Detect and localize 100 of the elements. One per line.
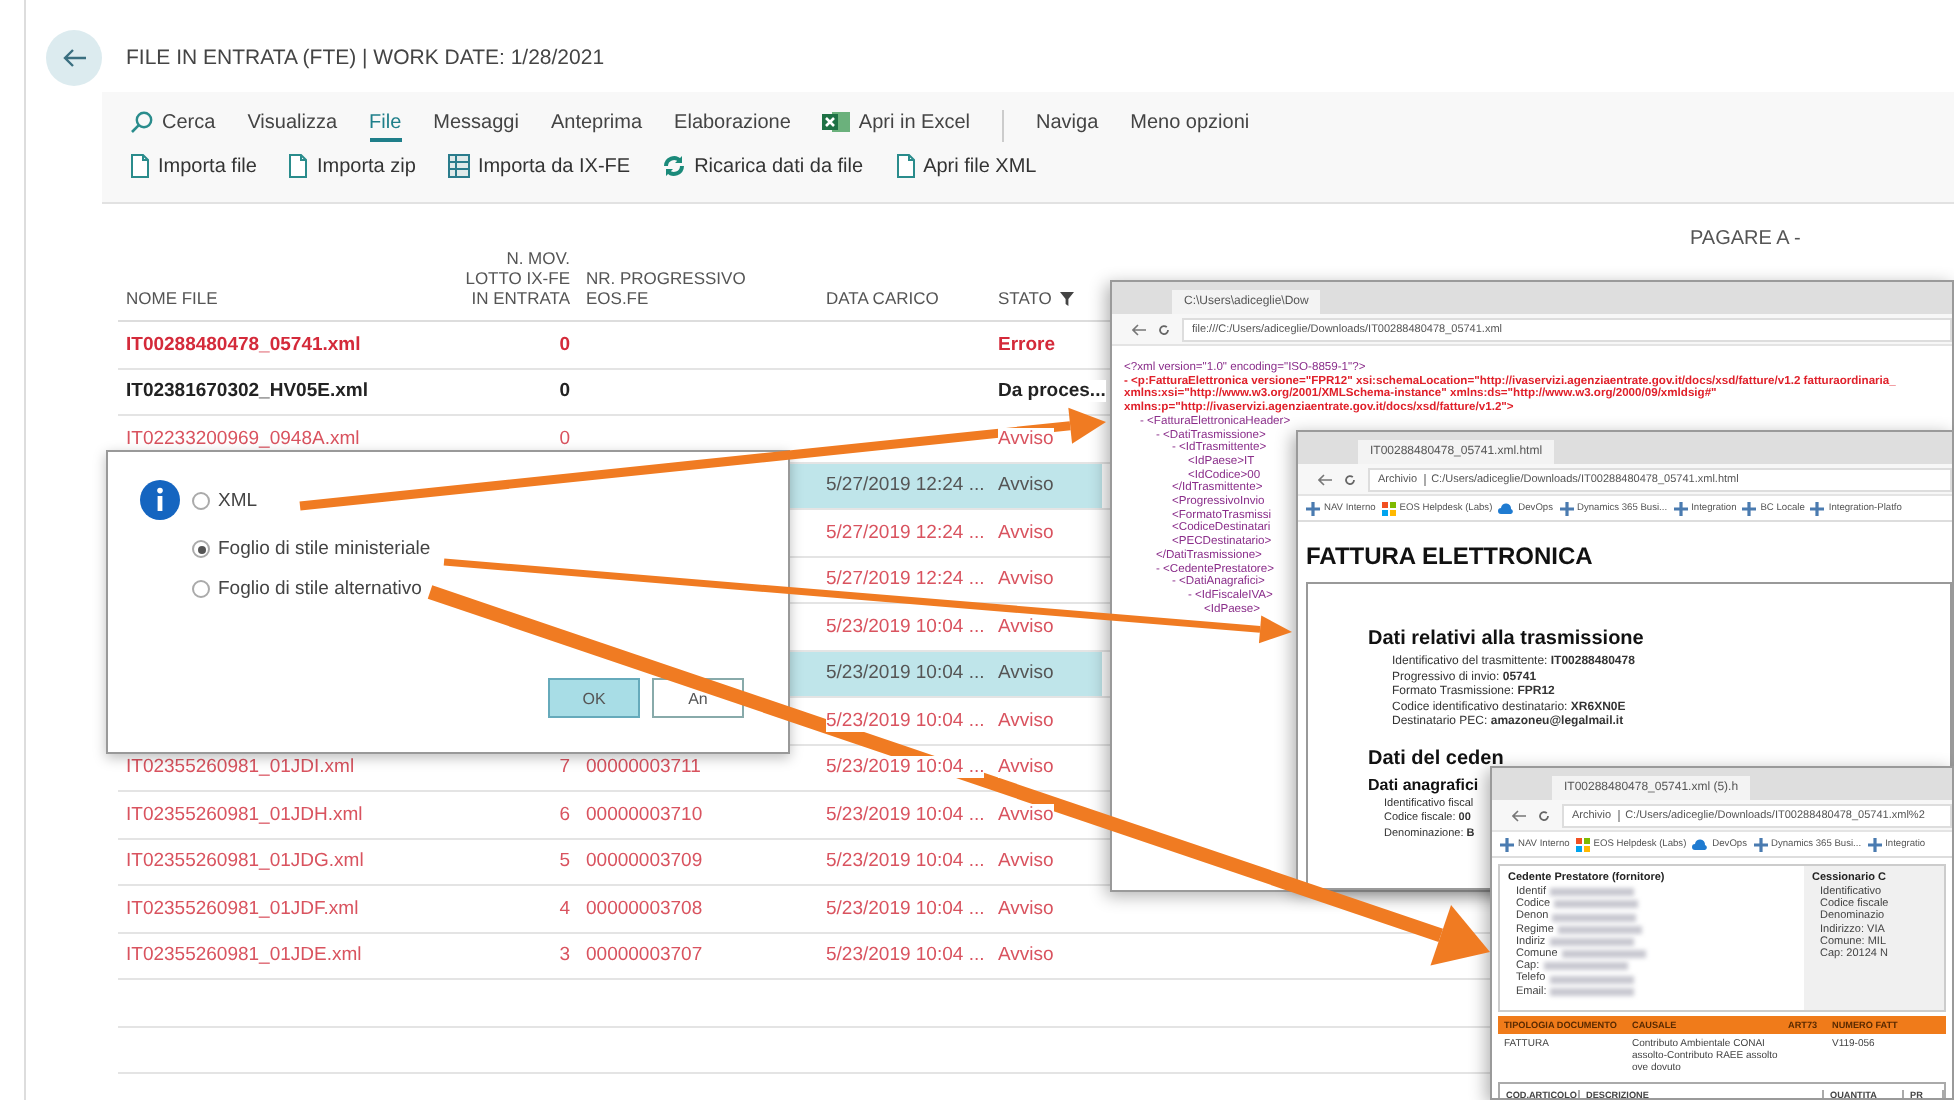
file-name-cell[interactable]: IT02355260981_01JDH.xml <box>126 803 363 826</box>
count-cell: 3 <box>559 944 570 967</box>
date-cell: 5/23/2019 10:04 ... <box>826 850 985 873</box>
document-heading: FATTURA ELETTRONICA <box>1304 540 1593 574</box>
reload-icon[interactable] <box>1538 809 1550 821</box>
action-button[interactable]: Importa da IX-FE <box>447 154 631 178</box>
radio-option[interactable]: Foglio di stile ministeriale <box>192 538 431 560</box>
column-header[interactable]: STATO <box>998 288 1094 308</box>
plus-icon <box>1500 837 1514 851</box>
column-header[interactable]: DATA CARICO <box>826 288 939 308</box>
blurred-value <box>1549 937 1634 946</box>
menu-item[interactable]: Anteprima <box>550 111 643 141</box>
radio-option[interactable]: Foglio di stile alternativo <box>192 578 422 600</box>
action-button[interactable]: Apri file XML <box>895 154 1037 178</box>
file-name-cell[interactable]: IT02355260981_01JDF.xml <box>126 897 359 920</box>
document-icon <box>130 154 150 178</box>
reload-icon[interactable] <box>1158 323 1170 335</box>
menu-item[interactable]: Meno opzioni <box>1130 111 1250 141</box>
progressive-cell: 00000003707 <box>586 944 703 967</box>
blurred-value <box>1554 900 1639 909</box>
date-cell: 5/23/2019 10:04 ... <box>826 615 985 638</box>
progressive-cell: 00000003708 <box>586 897 703 920</box>
spreadsheet-icon <box>822 110 851 134</box>
progressive-cell: 00000003710 <box>586 803 703 826</box>
progressive-cell: 00000003711 <box>586 756 701 779</box>
file-name-cell[interactable]: IT02355260981_01JDI.xml <box>126 756 355 779</box>
blurred-value <box>1549 888 1634 897</box>
menu-item[interactable]: Elaborazione <box>674 111 791 141</box>
blurred-value <box>1561 950 1646 959</box>
menu-item[interactable]: Cerca <box>130 110 216 142</box>
plus-icon <box>1559 501 1573 515</box>
action-button[interactable]: Importa zip <box>288 154 416 178</box>
menu-item[interactable]: Naviga <box>1036 111 1099 141</box>
date-cell: 5/27/2019 12:24 ... <box>826 521 985 544</box>
back-arrow-icon[interactable] <box>1318 473 1332 485</box>
status-cell: Avviso <box>998 427 1054 450</box>
back-arrow-icon[interactable] <box>1512 809 1526 821</box>
refresh-icon <box>662 154 687 178</box>
blurred-value <box>1543 962 1628 971</box>
status-cell: Avviso <box>998 521 1054 544</box>
file-name-cell[interactable]: IT02355260981_01JDG.xml <box>126 850 364 873</box>
count-cell: 0 <box>559 380 570 403</box>
file-name-cell[interactable]: IT02381670302_HV05E.xml <box>126 380 368 403</box>
status-cell: Da proces... <box>998 380 1106 403</box>
column-header[interactable]: NR. PROGRESSIVO EOS.FE <box>586 268 746 308</box>
menu-item[interactable]: Apri in Excel <box>822 110 970 142</box>
status-cell: Avviso <box>998 474 1054 497</box>
menu-item[interactable]: Messaggi <box>433 111 519 141</box>
status-cell: Avviso <box>998 709 1054 732</box>
file-name-cell[interactable]: IT02355260981_01JDE.xml <box>126 944 362 967</box>
date-cell: 5/23/2019 10:04 ... <box>826 897 985 920</box>
tiles-icon <box>1575 837 1590 851</box>
status-cell: Avviso <box>998 944 1054 967</box>
subsection-heading: Dati anagrafici <box>1368 775 1479 793</box>
radio-option[interactable]: XML <box>192 489 258 511</box>
count-cell: 7 <box>559 756 570 779</box>
status-cell: Avviso <box>998 756 1054 779</box>
column-header[interactable]: PAGARE A - <box>1690 228 1801 250</box>
date-cell: 5/27/2019 12:24 ... <box>826 474 985 497</box>
count-cell: 5 <box>559 850 570 873</box>
action-button[interactable]: Importa file <box>130 154 257 178</box>
cloud-icon <box>1692 838 1709 850</box>
plus-icon <box>1742 501 1757 515</box>
menu-item[interactable]: Visualizza <box>247 111 338 141</box>
back-button[interactable] <box>46 30 102 86</box>
date-cell: 5/23/2019 10:04 ... <box>826 803 985 826</box>
section-heading: Dati del ceden <box>1368 747 1504 769</box>
column-header[interactable]: NOME FILE <box>126 288 218 308</box>
section-heading: Dati relativi alla trasmissione <box>1368 628 1644 650</box>
dialog-button[interactable]: OK <box>548 678 640 718</box>
status-cell: Avviso <box>998 803 1054 826</box>
status-cell: Avviso <box>998 662 1054 685</box>
reload-icon[interactable] <box>1344 473 1356 485</box>
blurred-value <box>1557 925 1642 934</box>
document-icon <box>895 154 916 178</box>
page-title: FILE IN ENTRATA (FTE) | WORK DATE: 1/28/2021 <box>126 46 605 70</box>
date-cell: 5/23/2019 10:04 ... <box>826 756 985 779</box>
status-cell: Avviso <box>998 850 1054 873</box>
status-cell: Errore <box>998 333 1056 356</box>
back-arrow-icon[interactable] <box>1132 323 1146 335</box>
status-cell: Avviso <box>998 615 1054 638</box>
status-cell: Avviso <box>998 897 1054 920</box>
plus-icon <box>1306 501 1320 515</box>
tiles-icon <box>1381 501 1396 515</box>
file-name-cell[interactable]: IT00288480478_05741.xml <box>126 333 361 356</box>
date-cell: 5/23/2019 10:04 ... <box>826 944 985 967</box>
date-cell: 5/27/2019 12:24 ... <box>826 568 985 591</box>
count-cell: 6 <box>559 803 570 826</box>
blurred-value <box>1552 913 1637 921</box>
search-icon <box>130 110 154 134</box>
plus-icon <box>1810 501 1825 515</box>
plus-icon <box>1753 837 1767 851</box>
plus-icon <box>1867 837 1882 851</box>
cloud-icon <box>1498 502 1515 514</box>
column-header[interactable]: N. MOV. LOTTO IX-FE IN ENTRATA <box>465 248 570 308</box>
file-name-cell[interactable]: IT02233200969_0948A.xml <box>126 427 360 450</box>
count-cell: 4 <box>559 897 570 920</box>
menu-item[interactable]: File <box>369 111 402 141</box>
action-button[interactable]: Ricarica dati da file <box>662 154 864 178</box>
count-cell: 0 <box>559 427 570 450</box>
